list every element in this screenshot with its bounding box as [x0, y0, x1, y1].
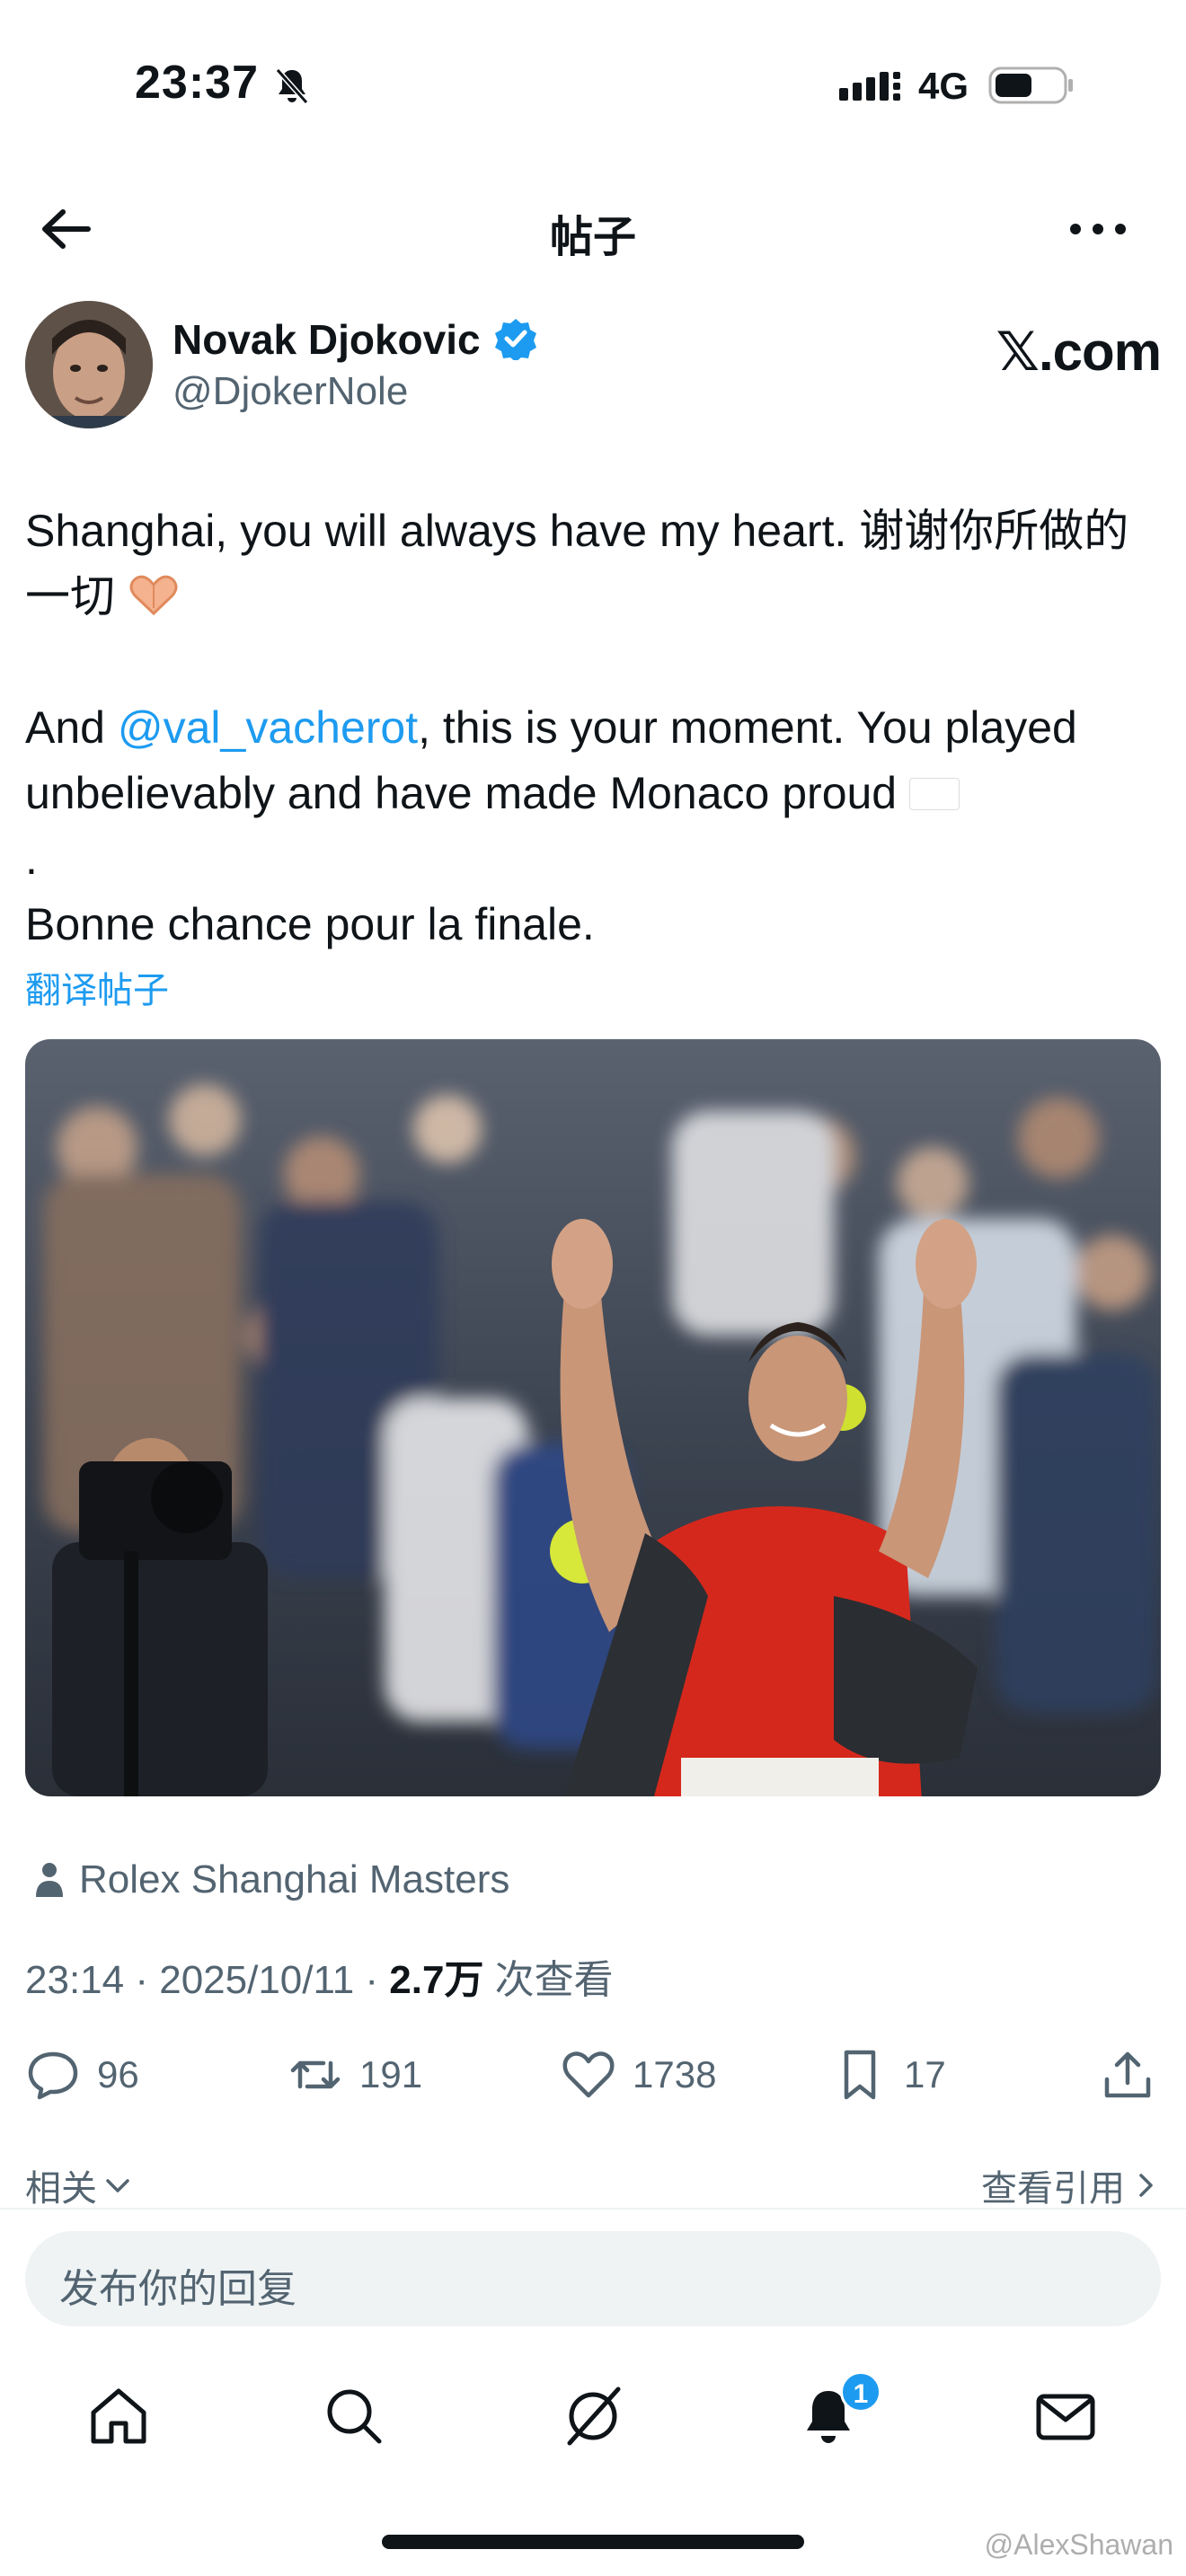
- reply-button[interactable]: 96: [25, 2039, 139, 2111]
- home-indicator: [382, 2535, 804, 2549]
- view-count[interactable]: 2.7万: [389, 1958, 483, 2002]
- home-icon: [91, 2388, 146, 2444]
- bookmark-button[interactable]: 17: [832, 2039, 946, 2111]
- author-block: Novak Djokovic @DjokerNole 𝕏.com: [25, 301, 1162, 436]
- search-icon: [327, 2389, 382, 2444]
- meta-separator: ·: [124, 1958, 160, 2002]
- divider: [0, 2208, 1186, 2210]
- tweet-photo[interactable]: [25, 1039, 1161, 1796]
- view-quotes-link[interactable]: 查看引用: [981, 2159, 1161, 2211]
- like-button[interactable]: 1738: [561, 2039, 716, 2111]
- like-count: 1738: [633, 2053, 717, 2095]
- network-label: 4G: [918, 65, 969, 107]
- share-icon: [1104, 2051, 1151, 2098]
- tweet-para2-after: .: [25, 834, 38, 884]
- page-title: 帖子: [549, 214, 636, 261]
- bottom-tab-bar: [0, 2362, 1186, 2470]
- view-label: 次查看: [483, 1958, 614, 2002]
- avatar[interactable]: [25, 301, 153, 428]
- bookmark-icon: [844, 2050, 876, 2100]
- mention-link[interactable]: @val_vacherot: [118, 702, 418, 753]
- location-label[interactable]: Rolex Shanghai Masters: [79, 1857, 509, 1902]
- grok-icon: [567, 2386, 621, 2446]
- post-meta: 23:14 · 2025/10/11 · 2.7万 次查看: [25, 1947, 614, 2005]
- action-bar: 96 191 1738 17: [0, 2039, 1186, 2111]
- tweet-paragraph-1: Shanghai, you will always have my heart.…: [25, 498, 1166, 630]
- battery-icon: [988, 66, 1073, 104]
- tab-messages[interactable]: [1031, 2382, 1100, 2450]
- tab-grok[interactable]: [559, 2382, 627, 2450]
- related-dropdown[interactable]: 相关: [25, 2159, 133, 2211]
- bell-off-icon: [275, 68, 309, 104]
- related-label: 相关: [25, 2169, 97, 2209]
- chevron-down-icon: [106, 2179, 129, 2192]
- author-name[interactable]: Novak Djokovic: [173, 315, 481, 364]
- watermark: @AlexShawan: [984, 2528, 1173, 2561]
- share-button[interactable]: [1100, 2039, 1155, 2111]
- tab-search[interactable]: [320, 2382, 388, 2450]
- tweet-paragraph-2: And @val_vacherot, this is your moment. …: [25, 695, 1166, 826]
- status-time: 23:37: [135, 57, 259, 109]
- verified-badge-icon: [495, 319, 536, 360]
- messages-icon: [1036, 2394, 1095, 2440]
- status-bar: 23:37 4G: [0, 0, 1186, 171]
- view-quotes-label: 查看引用: [981, 2169, 1125, 2209]
- monaco-flag-icon: [909, 778, 960, 810]
- translate-post-link[interactable]: 翻译帖子: [25, 961, 169, 1013]
- signal-icon: [839, 72, 900, 101]
- tweet-text: Shanghai, you will always have my heart.…: [25, 498, 1166, 957]
- repost-button[interactable]: 191: [288, 2039, 422, 2111]
- person-icon: [36, 1863, 63, 1897]
- reply-icon: [28, 2051, 78, 2100]
- tab-home[interactable]: [84, 2382, 153, 2450]
- heart-icon: [562, 2051, 615, 2098]
- author-handle[interactable]: @DjokerNole: [173, 369, 408, 414]
- notification-badge: 1: [840, 2371, 881, 2413]
- repost-count: 191: [359, 2053, 423, 2095]
- post-date: 2025/10/11: [159, 1958, 355, 2002]
- heart-hands-icon: [129, 575, 178, 616]
- reply-count: 96: [97, 2053, 139, 2095]
- bookmark-count: 17: [904, 2053, 946, 2095]
- more-icon[interactable]: [1065, 207, 1131, 251]
- reply-placeholder: 发布你的回复: [59, 2267, 296, 2311]
- repost-icon: [290, 2060, 341, 2089]
- chevron-right-icon: [1139, 2174, 1153, 2197]
- tweet-line1-text: Shanghai, you will always have my heart.…: [25, 506, 1129, 622]
- tweet-para2-prefix: And: [25, 702, 118, 753]
- related-row: 相关 查看引用: [25, 2159, 1161, 2213]
- source-brand: 𝕏.com: [996, 322, 1162, 382]
- post-time: 23:14: [25, 1958, 125, 2002]
- post-header: 帖子: [0, 180, 1186, 278]
- tweet-para3: Bonne chance pour la finale.: [25, 899, 595, 949]
- reply-input[interactable]: 发布你的回复: [25, 2231, 1161, 2326]
- meta-separator: ·: [354, 1958, 390, 2002]
